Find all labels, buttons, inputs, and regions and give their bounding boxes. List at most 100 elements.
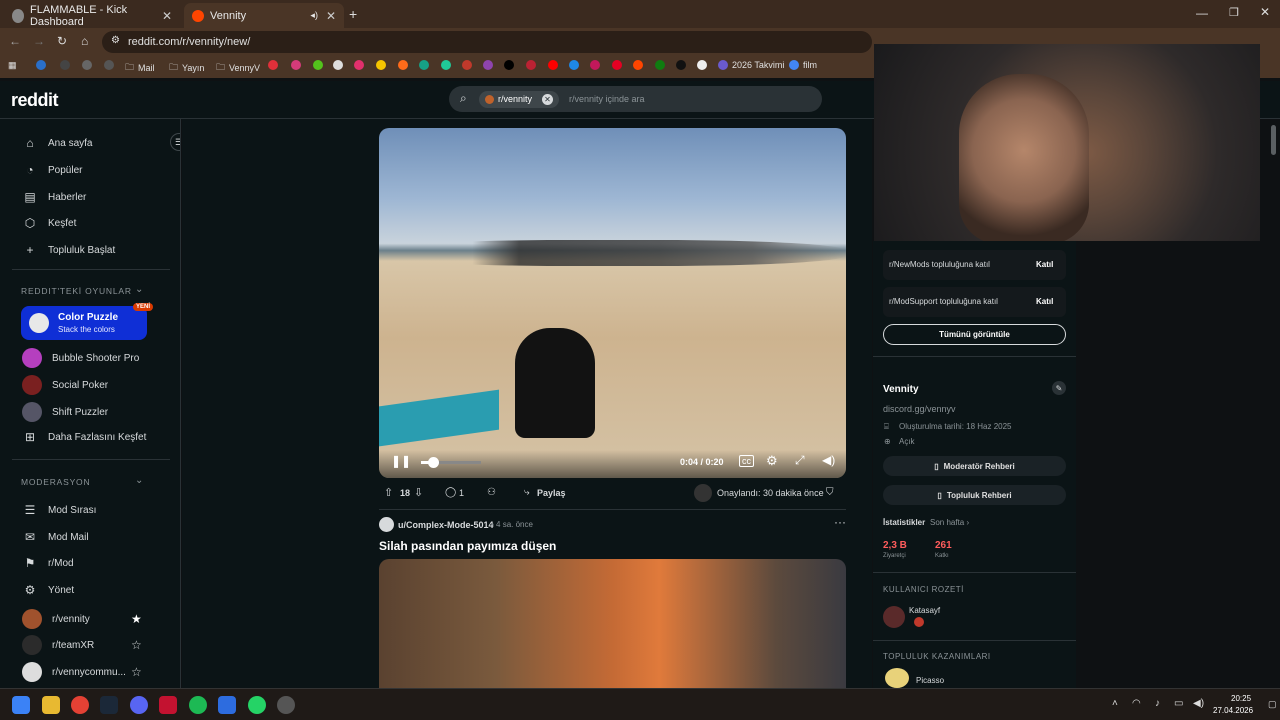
star-filled-icon[interactable]: ★ xyxy=(131,612,142,626)
upvote-icon[interactable]: ⇧ xyxy=(384,486,393,499)
tab-kick-dashboard[interactable]: FLAMMABLE - Kick Dashboard ✕ xyxy=(4,3,180,28)
star-icon[interactable]: ☆ xyxy=(131,638,142,652)
app-icon[interactable] xyxy=(218,696,236,714)
youtube-icon[interactable] xyxy=(548,60,558,70)
speaker-icon[interactable]: ◂) xyxy=(310,10,318,21)
app-icon[interactable] xyxy=(159,696,177,714)
stats-period[interactable]: Son hafta › xyxy=(930,518,969,527)
game-bubble-shooter[interactable]: Bubble Shooter Pro xyxy=(22,348,139,368)
file-explorer-icon[interactable] xyxy=(42,696,60,714)
mod-queue[interactable]: ☰ Mod Sırası xyxy=(22,502,97,518)
whatsapp-icon[interactable] xyxy=(248,696,266,714)
community-vennycommu[interactable]: r/vennycommu... ☆ xyxy=(22,662,150,682)
window-close-icon[interactable]: ✕ xyxy=(1260,5,1270,19)
star-icon[interactable]: ☆ xyxy=(131,665,142,679)
explore-more-games[interactable]: ⊞ Daha Fazlasını Keşfet xyxy=(22,429,146,445)
captions-icon[interactable]: cc xyxy=(739,455,754,467)
bookmark-icon[interactable] xyxy=(419,60,429,70)
bookmark-icon[interactable] xyxy=(376,60,386,70)
fullscreen-icon[interactable]: ⤢ xyxy=(795,453,805,468)
x-icon[interactable] xyxy=(504,60,514,70)
nav-news[interactable]: ▤ Haberler xyxy=(22,189,86,205)
bookmark-icon[interactable] xyxy=(291,60,301,70)
reddit-logo[interactable]: reddit xyxy=(11,90,59,111)
close-icon[interactable]: ✕ xyxy=(326,9,336,23)
windows-start-icon[interactable] xyxy=(12,696,30,714)
downvote-icon[interactable]: ⇩ xyxy=(414,486,423,499)
settings-icon[interactable]: ⚙ xyxy=(766,453,778,469)
reddit-icon[interactable] xyxy=(633,60,643,70)
post-author[interactable]: u/Complex-Mode-5014 xyxy=(398,520,494,530)
back-icon[interactable]: ← xyxy=(9,34,21,48)
game-shift-puzzler[interactable]: Shift Puzzler xyxy=(22,402,108,422)
collapse-sidebar-icon[interactable]: ☰ xyxy=(170,133,180,151)
bookmark-icon[interactable] xyxy=(441,60,451,70)
bookmark-icon[interactable] xyxy=(526,60,536,70)
featured-game-color-puzzle[interactable]: Color Puzzle Stack the colors xyxy=(21,306,147,340)
comment-icon[interactable]: ◯ xyxy=(445,487,456,498)
bookmark-mail[interactable]: 🗀 Mail xyxy=(125,60,155,76)
game-social-poker[interactable]: Social Poker xyxy=(22,375,108,395)
minimize-icon[interactable]: — xyxy=(1196,6,1208,20)
reload-icon[interactable]: ↻ xyxy=(57,34,67,48)
pause-icon[interactable]: ❚❚ xyxy=(391,454,411,468)
bookmark-icon[interactable] xyxy=(697,60,707,70)
volume-icon[interactable]: ◀) xyxy=(1193,698,1204,709)
home-icon[interactable]: ⌂ xyxy=(81,34,88,48)
spotify-icon[interactable] xyxy=(189,696,207,714)
community-link[interactable]: discord.gg/vennyv xyxy=(883,404,956,414)
post-title[interactable]: Silah pasından payımıza düşen xyxy=(379,539,556,553)
headset-icon[interactable]: ◠ xyxy=(1132,698,1141,709)
notification-icon[interactable]: ▢ xyxy=(1268,699,1277,710)
bookmark-icon[interactable] xyxy=(483,60,493,70)
tiktok-icon[interactable] xyxy=(676,60,686,70)
tab-vennity[interactable]: Vennity ◂) ✕ xyxy=(184,3,344,28)
video-player[interactable]: ❚❚ 0:04 / 0:20 cc ⚙ ⤢ ◀) xyxy=(379,128,846,478)
post-image[interactable] xyxy=(379,559,846,688)
share-button[interactable]: Paylaş xyxy=(537,488,566,498)
community-teamxr[interactable]: r/teamXR ☆ xyxy=(22,635,150,655)
view-all-button[interactable]: Tümünü görüntüle xyxy=(883,324,1066,345)
bookmark-icon[interactable] xyxy=(268,60,278,70)
mic-icon[interactable]: ♪ xyxy=(1155,698,1160,709)
volume-icon[interactable]: ◀) xyxy=(822,453,835,467)
close-icon[interactable]: ✕ xyxy=(162,9,172,23)
nav-explore[interactable]: ⬡ Keşfet xyxy=(22,215,77,231)
bookmark-icon[interactable] xyxy=(313,60,323,70)
shield-icon[interactable]: ⛉ xyxy=(826,487,834,498)
nav-home[interactable]: ⌂ Ana sayfa xyxy=(22,135,92,151)
seek-handle[interactable] xyxy=(428,457,439,468)
chrome-icon[interactable] xyxy=(71,696,89,714)
edit-icon[interactable]: ✎ xyxy=(1052,381,1066,395)
mod-mail[interactable]: ✉ Mod Mail xyxy=(22,529,89,545)
clock-date[interactable]: 27.04.2026 xyxy=(1213,706,1253,715)
award-icon[interactable]: ⚇ xyxy=(487,487,496,498)
bookmark-vennyv[interactable]: 🗀 VennyV xyxy=(216,60,260,76)
steam-icon[interactable] xyxy=(100,696,118,714)
bookmark-icon[interactable] xyxy=(36,60,46,70)
discord-icon[interactable] xyxy=(130,696,148,714)
address-bar[interactable]: ⚙ reddit.com/r/vennity/new/ xyxy=(102,31,872,53)
community-guide-button[interactable]: ▯ Topluluk Rehberi xyxy=(883,485,1066,505)
network-icon[interactable]: ▭ xyxy=(1174,698,1183,709)
bookmark-icon[interactable] xyxy=(569,60,579,70)
bookmark-icon[interactable] xyxy=(104,60,114,70)
chevron-down-icon[interactable]: ⌄ xyxy=(135,475,143,486)
search-bar[interactable]: ⌕ r/vennity ✕ r/vennity içinde ara xyxy=(449,86,822,112)
forward-icon[interactable]: → xyxy=(33,34,45,48)
manage[interactable]: ⚙ Yönet xyxy=(22,582,75,598)
nav-popular[interactable]: ◔ Popüler xyxy=(22,162,82,178)
bookmark-icon[interactable] xyxy=(590,60,600,70)
chevron-up-icon[interactable]: ˄ xyxy=(1112,698,1118,709)
bookmark-icon[interactable] xyxy=(462,60,472,70)
r-mod[interactable]: ⚑ r/Mod xyxy=(22,555,74,571)
bookmark-icon[interactable] xyxy=(82,60,92,70)
new-tab-icon[interactable]: + xyxy=(349,6,357,22)
clock-time[interactable]: 20:25 xyxy=(1231,694,1251,703)
join-button[interactable]: Katıl xyxy=(1036,260,1053,269)
search-community-chip[interactable]: r/vennity ✕ xyxy=(479,90,560,108)
bookmark-icon[interactable] xyxy=(60,60,70,70)
pinterest-icon[interactable] xyxy=(612,60,622,70)
apps-icon[interactable]: ▦ xyxy=(8,60,17,71)
join-button[interactable]: Katıl xyxy=(1036,297,1053,306)
